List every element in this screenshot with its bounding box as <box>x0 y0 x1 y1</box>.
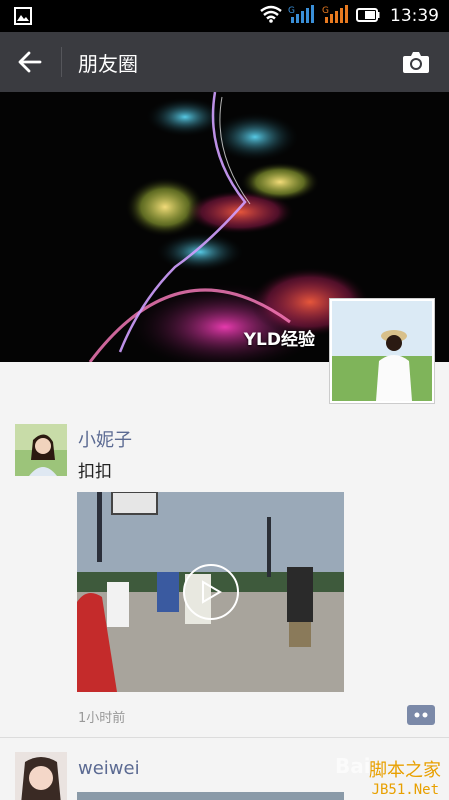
post-text: 扣扣 <box>78 462 112 482</box>
image-notification-icon <box>14 7 32 29</box>
back-button[interactable] <box>10 42 50 82</box>
camera-icon <box>403 52 429 73</box>
post-author-name[interactable]: weiwei <box>78 758 140 779</box>
play-button[interactable] <box>183 564 239 620</box>
status-time: 13:39 <box>390 6 439 26</box>
wifi-icon <box>260 5 282 27</box>
post-author-name[interactable]: 小妮子 <box>78 426 132 452</box>
post-timestamp: 1小时前 <box>78 711 126 726</box>
svg-text:G: G <box>288 6 295 16</box>
avatar-photo <box>15 752 67 800</box>
comment-icon <box>402 705 435 725</box>
status-bar: G G 13:39 <box>0 0 449 32</box>
comment-button[interactable] <box>402 705 435 725</box>
title-bar: 朋友圈 <box>0 32 449 92</box>
post-video[interactable] <box>77 492 344 692</box>
site-watermark: 脚本之家 <box>369 760 441 781</box>
avatar-photo <box>15 424 67 476</box>
moment-post: 小妮子 扣扣 1小时前 <box>0 362 449 737</box>
post-avatar[interactable] <box>15 424 67 476</box>
post-media-preview[interactable] <box>77 792 344 800</box>
back-arrow-icon <box>18 51 42 73</box>
cover-user-name: YLD经验 <box>243 330 315 350</box>
battery-icon <box>356 7 380 26</box>
signal-icon: G <box>288 4 316 28</box>
camera-button[interactable] <box>401 48 431 76</box>
baidu-watermark: Bai <box>335 754 371 778</box>
site-watermark-url: JB51.Net <box>371 782 439 798</box>
signal-icon: G <box>322 4 350 28</box>
page-title: 朋友圈 <box>78 52 138 76</box>
play-icon <box>202 580 222 604</box>
svg-text:G: G <box>322 6 329 16</box>
post-avatar[interactable] <box>15 752 67 800</box>
title-divider <box>61 47 62 77</box>
